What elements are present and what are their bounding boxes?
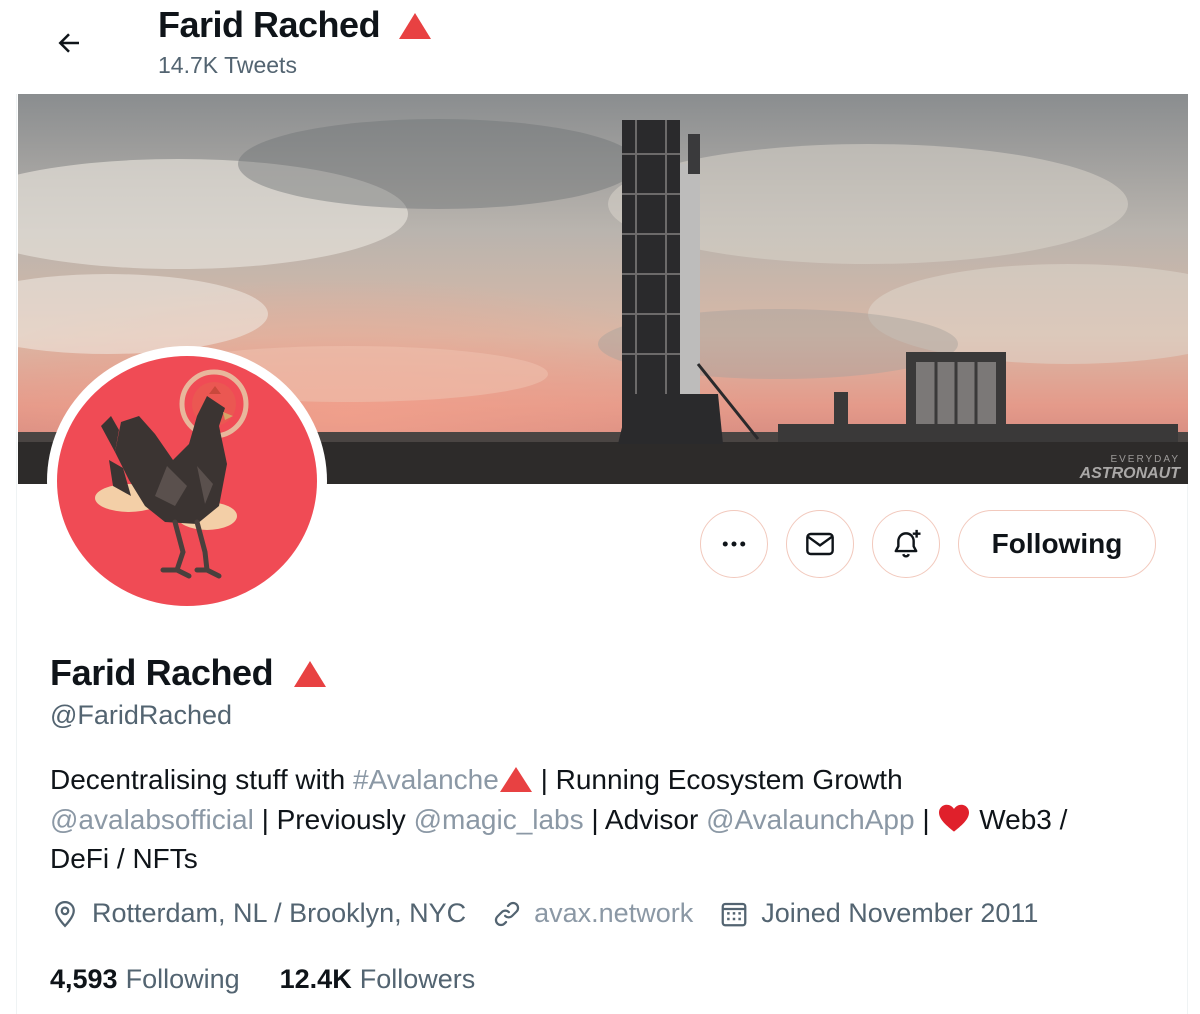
heart-icon [939,804,970,832]
location-pin-icon [55,900,75,927]
header-name: Farid Rached [158,4,381,45]
avalanche-triangle-icon [499,767,532,792]
watermark-top: EVERYDAY [1110,454,1180,465]
link-icon [494,901,520,926]
bio-text: | Previously [253,803,414,835]
joined-item: Joined November 2011 [719,898,1038,929]
back-button[interactable] [46,20,92,66]
following-button[interactable]: Following [958,510,1156,578]
profile-header-bar: Farid Rached 14.7K Tweets [0,0,1200,94]
mention-link[interactable]: @avalabsofficial [50,804,254,835]
mention-link[interactable]: @magic_labs [414,804,584,835]
watermark-bottom: ASTRONAUT [1079,465,1182,482]
notifications-button[interactable] [872,510,940,578]
arrow-left-icon [58,33,79,53]
calendar-icon [721,902,747,926]
avatar-image [57,356,317,606]
profile-name: Farid Rached [50,652,274,693]
mention-link[interactable]: @AvalaunchApp [706,804,915,835]
joined-text: Joined November 2011 [761,898,1039,928]
message-button[interactable] [786,510,854,578]
bio-text: | Running Ecosystem Growth [532,764,903,795]
bell-plus-icon [894,529,921,558]
profile-name-row: Farid Rached [50,652,327,694]
profile-bio: Decentralising stuff with #Avalanche | R… [50,760,1130,879]
followers-label: Followers [359,964,476,994]
header-title: Farid Rached [158,4,432,46]
profile-handle: @FaridRached [50,700,232,730]
avatar[interactable] [47,346,327,616]
avalanche-triangle-icon [399,13,432,39]
mail-icon [806,532,834,556]
more-button[interactable] [700,510,768,578]
following-stat[interactable]: 4,593 Following [50,964,240,995]
website-link[interactable]: avax.network [534,898,693,929]
profile-meta: Rotterdam, NL / Brooklyn, NYC avax.netwo… [50,898,1064,929]
location-item: Rotterdam, NL / Brooklyn, NYC [50,898,466,929]
following-label: Following [125,964,240,994]
bio-text: | Advisor [583,803,707,835]
location-text: Rotterdam, NL / Brooklyn, NYC [92,898,467,928]
bio-text: Web3 / [971,803,1068,835]
hashtag-link[interactable]: #Avalanche [353,764,499,795]
tweet-count: 14.7K Tweets [158,52,297,78]
followers-count: 12.4K [279,964,352,994]
website-item[interactable]: avax.network [492,898,693,929]
profile-stats: 4,593 Following 12.4K Followers [50,964,515,995]
following-count: 4,593 [50,964,118,994]
followers-stat[interactable]: 12.4K Followers [280,964,476,995]
bio-text: | [914,803,938,835]
bio-text: DeFi / NFTs [50,843,198,874]
avalanche-triangle-icon [294,661,327,687]
bio-text: Decentralising stuff with [50,764,353,795]
more-icon [722,541,746,547]
